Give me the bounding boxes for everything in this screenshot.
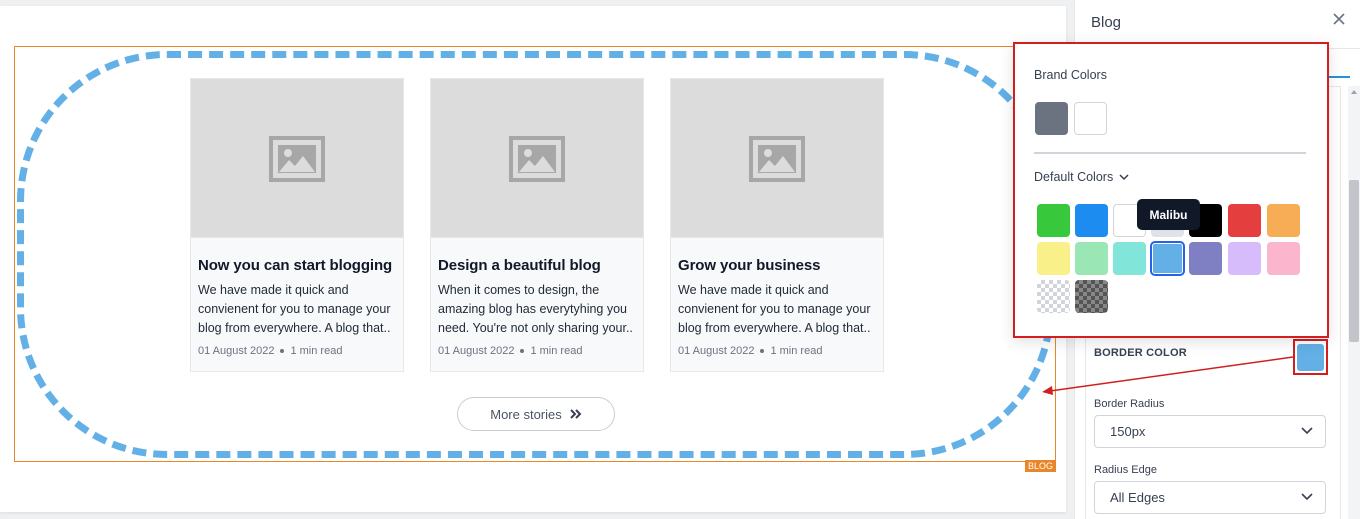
post-title[interactable]: Now you can start blogging	[198, 257, 396, 275]
image-placeholder-icon	[509, 136, 565, 182]
post-excerpt: When it comes to design, the amazing blo…	[438, 283, 633, 335]
radius-edge-value: All Edges	[1110, 490, 1165, 505]
post-title[interactable]: Design a beautiful blog	[438, 257, 636, 275]
post-thumbnail	[191, 79, 403, 238]
border-radius-select[interactable]: 150px	[1094, 415, 1326, 448]
separator-dot	[520, 349, 525, 353]
color-swatch[interactable]	[1267, 204, 1300, 237]
default-colors-heading: Default Colors	[1034, 170, 1114, 184]
post-excerpt: We have made it quick and convienent for…	[198, 283, 391, 335]
scroll-up-icon[interactable]	[1351, 90, 1357, 94]
color-swatch-selected[interactable]	[1150, 241, 1185, 276]
chevron-down-icon	[1119, 173, 1129, 180]
post-excerpt: We have made it quick and convienent for…	[678, 283, 871, 335]
post-date: 01 August 2022	[438, 345, 515, 357]
post-date: 01 August 2022	[198, 345, 275, 357]
color-picker-popover: Brand Colors Default Colors	[1013, 42, 1329, 338]
post-read-time: 1 min read	[530, 345, 583, 357]
border-color-label: BORDER COLOR	[1094, 347, 1187, 359]
more-stories-label: More stories	[490, 406, 562, 422]
image-placeholder-icon	[269, 136, 325, 182]
color-swatch[interactable]	[1267, 242, 1300, 275]
color-swatch[interactable]	[1113, 242, 1146, 275]
blog-card[interactable]: Grow your business We have made it quick…	[670, 78, 884, 372]
post-meta: 01 August 2022 1 min read	[198, 345, 396, 357]
border-radius-label: Border Radius	[1094, 398, 1165, 410]
popover-divider	[1034, 152, 1306, 154]
radius-edge-select[interactable]: All Edges	[1094, 481, 1326, 514]
image-placeholder-icon	[749, 136, 805, 182]
chevron-down-icon	[1301, 427, 1313, 435]
chevron-down-icon	[1301, 493, 1313, 501]
post-meta: 01 August 2022 1 min read	[678, 345, 876, 357]
post-read-time: 1 min read	[770, 345, 823, 357]
brand-colors-heading: Brand Colors	[1034, 68, 1107, 82]
color-swatch[interactable]	[1037, 204, 1070, 237]
blog-card[interactable]: Now you can start blogging We have made …	[190, 78, 404, 372]
post-meta: 01 August 2022 1 min read	[438, 345, 636, 357]
default-colors-toggle[interactable]: Default Colors	[1034, 170, 1129, 184]
blog-section[interactable]: Now you can start blogging We have made …	[14, 46, 1056, 472]
color-swatch[interactable]	[1189, 242, 1222, 275]
dark-transparent-swatch[interactable]	[1075, 280, 1108, 313]
brand-color-swatch[interactable]	[1035, 102, 1068, 135]
separator-dot	[760, 349, 765, 353]
editor-canvas: Now you can start blogging We have made …	[0, 6, 1066, 512]
color-swatch[interactable]	[1228, 204, 1261, 237]
color-name-tooltip: Malibu	[1137, 199, 1200, 230]
separator-dot	[280, 349, 285, 353]
post-title[interactable]: Grow your business	[678, 257, 876, 275]
post-date: 01 August 2022	[678, 345, 755, 357]
double-chevron-right-icon	[570, 409, 582, 419]
brand-color-swatch[interactable]	[1074, 102, 1107, 135]
post-thumbnail	[431, 79, 643, 238]
border-color-preview	[1297, 343, 1324, 371]
section-tag[interactable]: BLOG	[1024, 460, 1056, 472]
color-swatch[interactable]	[1075, 242, 1108, 275]
close-icon[interactable]	[1330, 10, 1348, 28]
panel-title: Blog	[1091, 14, 1122, 31]
color-swatch[interactable]	[1228, 242, 1261, 275]
more-stories-button[interactable]: More stories	[457, 397, 615, 431]
color-swatch[interactable]	[1037, 242, 1070, 275]
blog-card[interactable]: Design a beautiful blog When it comes to…	[430, 78, 644, 372]
border-color-swatch[interactable]	[1293, 339, 1328, 375]
color-swatch[interactable]	[1075, 204, 1108, 237]
post-read-time: 1 min read	[290, 345, 343, 357]
scrollbar-thumb[interactable]	[1349, 180, 1359, 342]
post-thumbnail	[671, 79, 883, 238]
transparent-swatch[interactable]	[1037, 280, 1070, 313]
border-radius-value: 150px	[1110, 424, 1146, 439]
radius-edge-label: Radius Edge	[1094, 464, 1157, 476]
